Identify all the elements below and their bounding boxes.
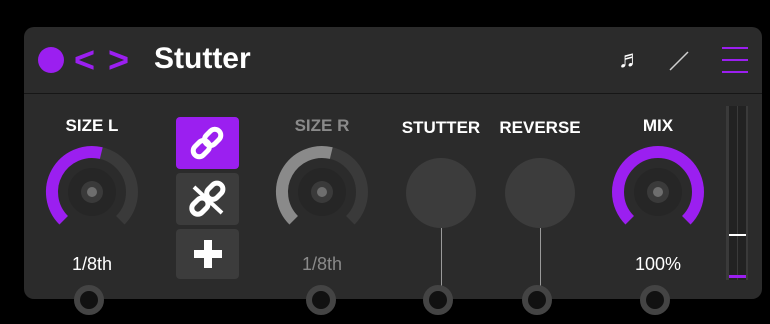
reverse-label: REVERSE [499, 118, 581, 137]
chevron-left-icon[interactable]: < [74, 40, 95, 80]
unlink-icon [189, 180, 226, 217]
header-bar [24, 27, 762, 94]
stutter-pad[interactable] [406, 158, 476, 228]
slash-icon[interactable] [666, 48, 692, 74]
link-icon [190, 126, 224, 160]
stutter-cable [441, 228, 442, 288]
size-l-value: 1/8th [71, 254, 113, 274]
mix-knob[interactable] [608, 142, 708, 242]
stutter-mod-jack[interactable] [423, 285, 453, 315]
reverse-cable [540, 228, 541, 288]
plus-icon [194, 240, 222, 268]
meter-peak-marker [729, 234, 746, 236]
size-l-label: SIZE L [65, 116, 119, 135]
link-button[interactable] [176, 117, 239, 169]
level-meter [726, 106, 748, 280]
power-dot-icon[interactable] [38, 47, 64, 73]
mix-value: 100% [634, 254, 682, 274]
plugin-title: Stutter [154, 42, 251, 75]
music-note-icon[interactable]: ♬ [618, 48, 642, 72]
size-r-value: 1/8th [301, 254, 343, 274]
mix-label: MIX [642, 116, 674, 135]
size-r-mod-jack[interactable] [306, 285, 336, 315]
size-r-knob[interactable] [272, 142, 372, 242]
chevron-right-icon[interactable]: > [108, 40, 129, 80]
size-r-label: SIZE R [294, 116, 350, 135]
size-l-mod-jack[interactable] [74, 285, 104, 315]
reverse-pad[interactable] [505, 158, 575, 228]
meter-floor [729, 275, 746, 278]
unlink-button[interactable] [176, 173, 239, 225]
reverse-mod-jack[interactable] [522, 285, 552, 315]
mix-mod-jack[interactable] [640, 285, 670, 315]
add-button[interactable] [176, 229, 239, 279]
hamburger-menu-icon[interactable] [722, 45, 748, 75]
size-l-knob[interactable] [42, 142, 142, 242]
